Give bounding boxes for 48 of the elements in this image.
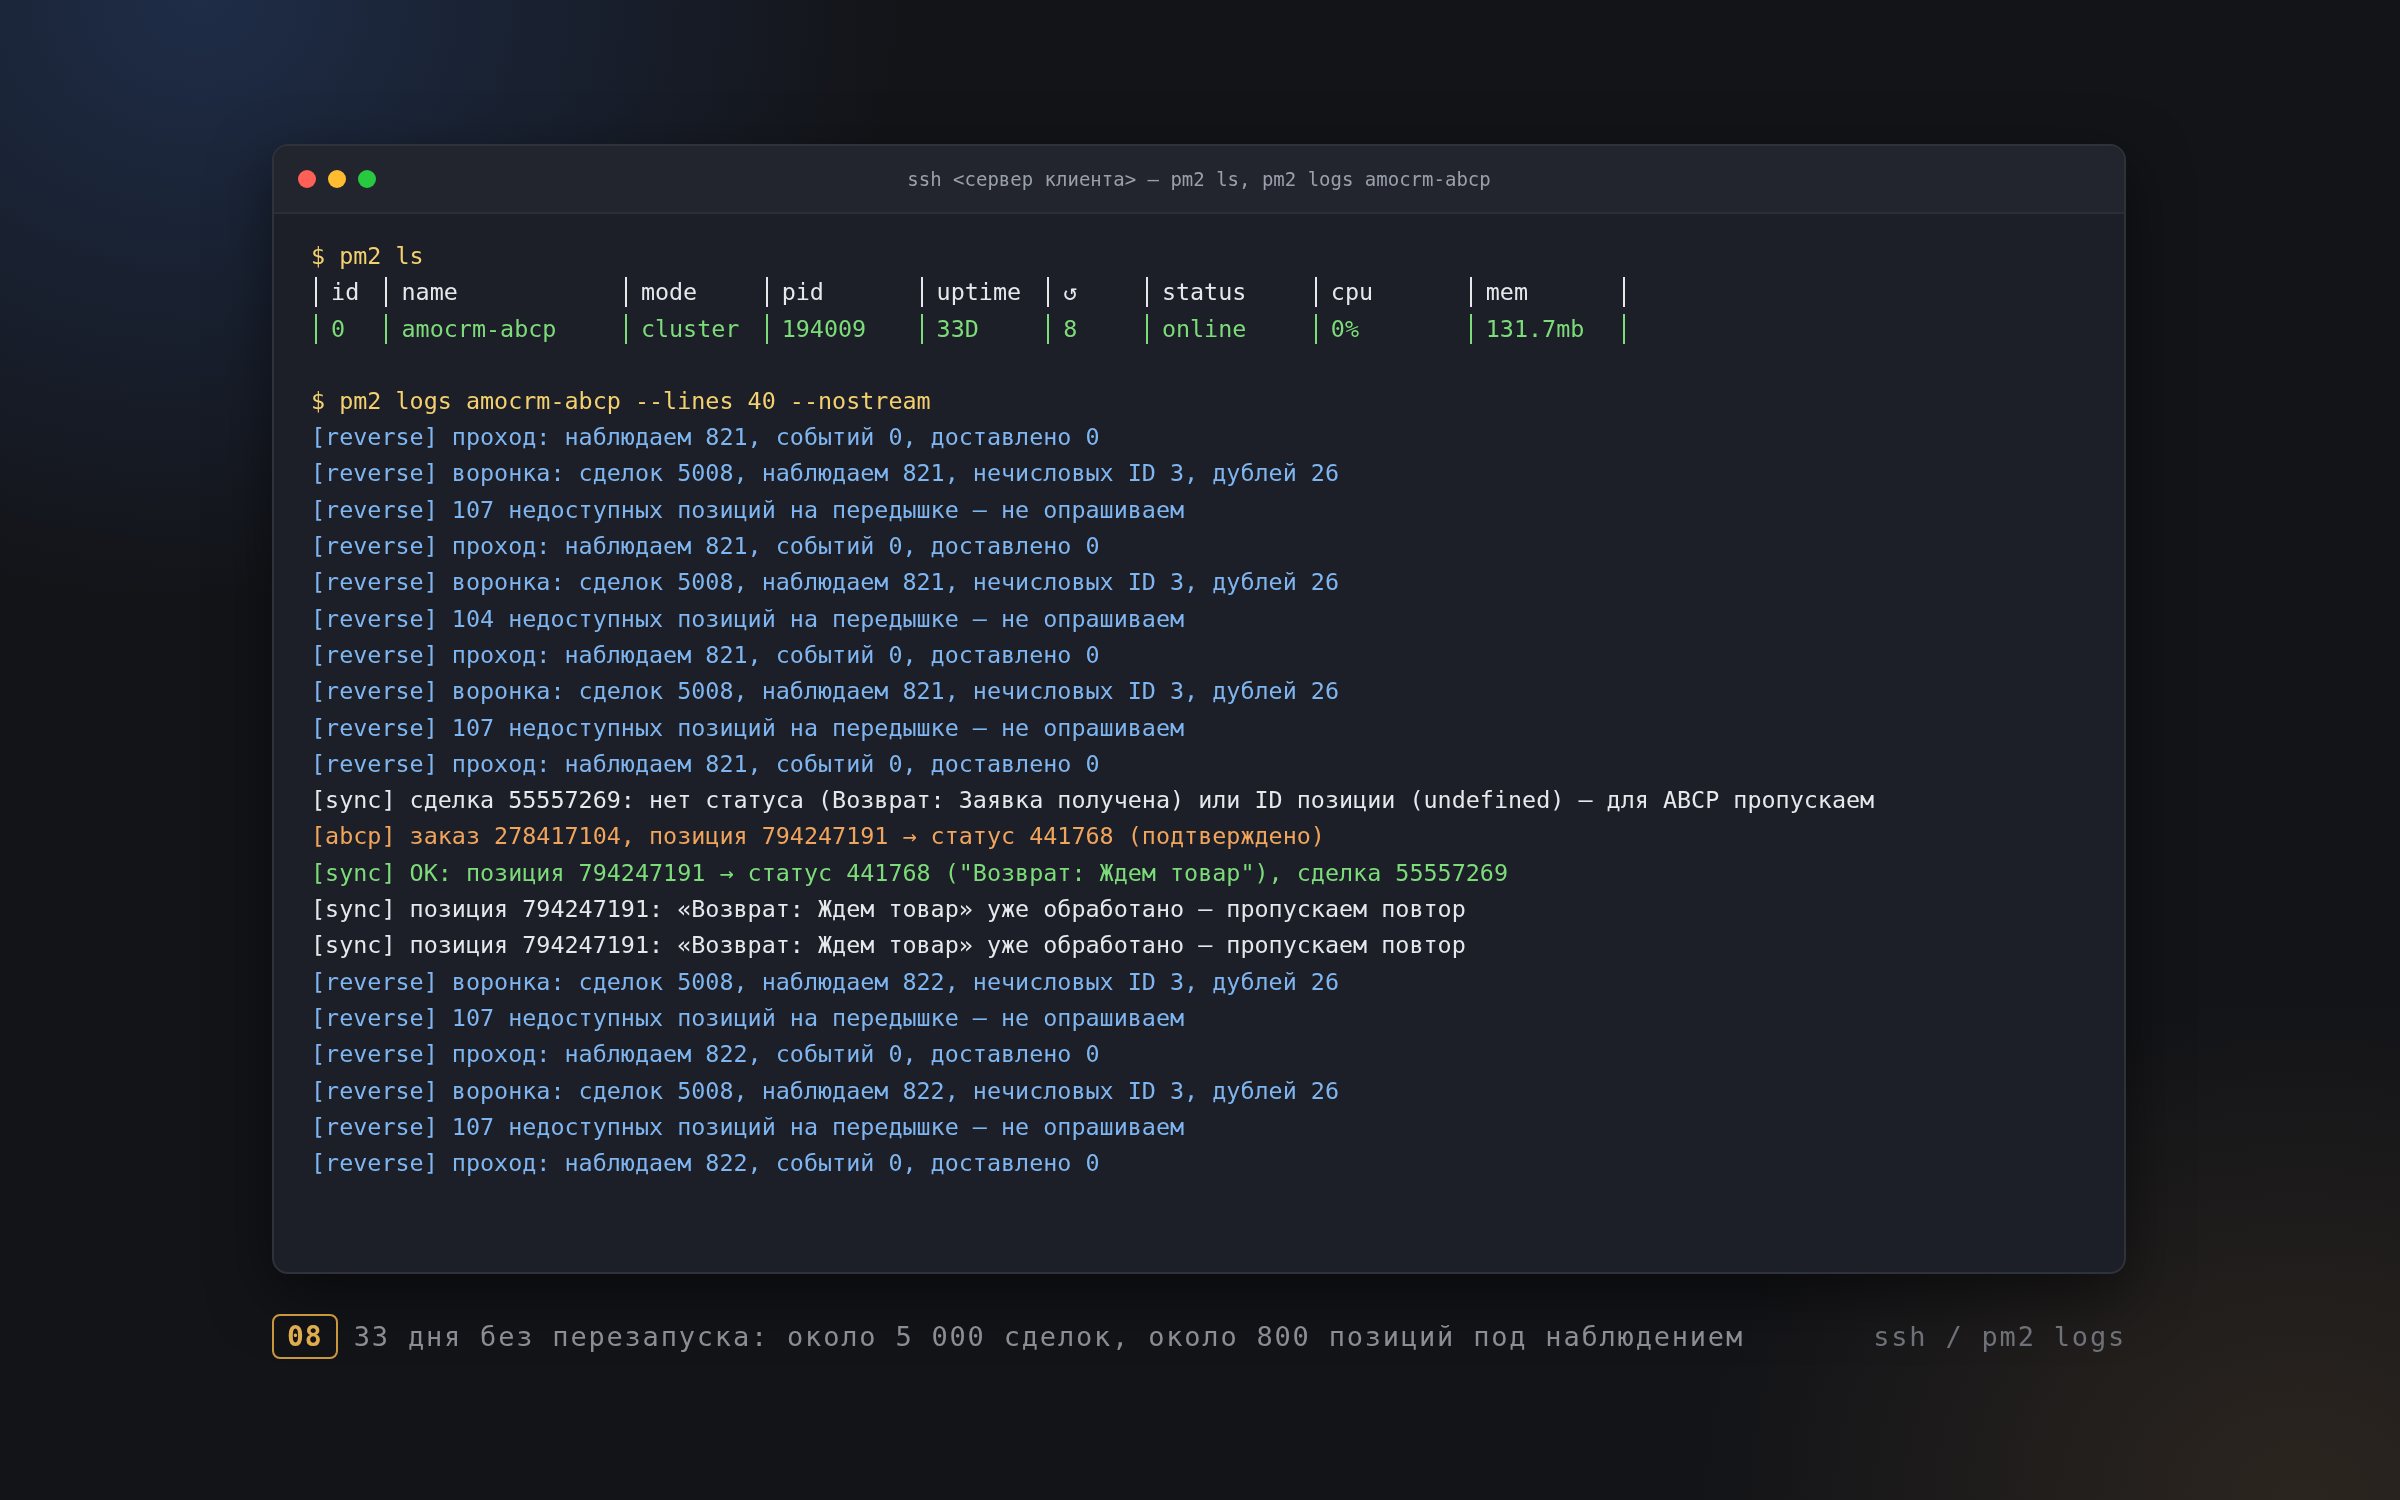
log-line: [reverse] 104 недоступных позиций на передышке — не опрашиваем <box>311 603 1186 635</box>
log-line: [reverse] проход: наблюдаем 821, событий 0, доставлено 0 <box>311 531 1101 563</box>
table-cell: 0 <box>315 313 386 344</box>
log-line: [reverse] проход: наблюдаем 822, событий 0, доставлено 0 <box>311 1039 1101 1071</box>
log-line: [sync] сделка 55557269: нет статуса (Возврат: Заявка получена) или ID позиции (undefined) — для ABCP пропускаем <box>311 785 1876 817</box>
log-line: [reverse] проход: наблюдаем 821, событий 0, доставлено 0 <box>311 422 1101 454</box>
table-header-cell: uptime <box>920 277 1048 308</box>
log-line: [reverse] воронка: сделок 5008, наблюдаем 821, нечисловых ID 3, дублей 26 <box>311 458 1340 490</box>
log-line: [reverse] 107 недоступных позиций на передышке — не опрашиваем <box>311 712 1186 744</box>
table-header-cell: name <box>385 277 625 308</box>
table-cell: 8 <box>1047 313 1146 344</box>
log-line: [reverse] 107 недоступных позиций на передышке — не опрашиваем <box>311 494 1186 526</box>
minimize-button[interactable] <box>328 170 346 188</box>
table-header-cell: id <box>315 277 386 308</box>
table-cell: amocrm-abcp <box>385 313 625 344</box>
log-line: [abcp] заказ 278417104, позиция 794247191 → статус 441768 (подтверждено) <box>311 821 1326 853</box>
table-header-cell: mem <box>1469 277 1625 308</box>
log-line: [reverse] проход: наблюдаем 821, событий 0, доставлено 0 <box>311 639 1101 671</box>
table-header-cell: ↺ <box>1047 277 1146 308</box>
table-header-cell: mode <box>624 277 766 308</box>
table-cell: 131.7mb <box>1469 313 1625 344</box>
log-line: [reverse] проход: наблюдаем 821, событий 0, доставлено 0 <box>311 748 1101 780</box>
log-line: [reverse] воронка: сделок 5008, наблюдаем 822, нечисловых ID 3, дублей 26 <box>311 966 1340 998</box>
source-label: ssh / pm2 logs <box>1873 1321 2126 1352</box>
table-cell: 194009 <box>765 313 921 344</box>
table-cell: cluster <box>624 313 766 344</box>
table-cell: online <box>1145 313 1315 344</box>
log-line: [sync] позиция 794247191: «Возврат: Ждем товар» уже обработано — пропускаем повтор <box>311 930 1467 962</box>
slide-number: 08 <box>272 1314 338 1359</box>
table-cell: 33D <box>920 313 1048 344</box>
table-header-cell: pid <box>765 277 921 308</box>
log-line: [sync] OK: позиция 794247191 → статус 441768 ("Возврат: Ждем товар"), сделка 55557269 <box>311 857 1509 889</box>
table-header-cell: cpu <box>1314 277 1470 308</box>
log-line: [reverse] воронка: сделок 5008, наблюдаем 821, нечисловых ID 3, дублей 26 <box>311 676 1340 708</box>
table-cell: 0% <box>1314 313 1470 344</box>
log-line: [reverse] воронка: сделок 5008, наблюдаем 821, нечисловых ID 3, дублей 26 <box>311 567 1340 599</box>
log-line: [sync] позиция 794247191: «Возврат: Ждем товар» уже обработано — пропускаем повтор <box>311 894 1467 926</box>
window-title: ssh <сервер клиента> — pm2 ls, pm2 logs amocrm-abcp <box>907 168 1491 190</box>
log-line: [reverse] 107 недоступных позиций на передышке — не опрашиваем <box>311 1002 1186 1034</box>
maximize-button[interactable] <box>358 170 376 188</box>
log-line: [reverse] воронка: сделок 5008, наблюдаем 822, нечисловых ID 3, дублей 26 <box>311 1075 1340 1107</box>
log-line: [reverse] проход: наблюдаем 822, событий 0, доставлено 0 <box>311 1148 1101 1180</box>
caption-text: 33 дня без перезапуска: около 5 000 сделок, около 800 позиций под наблюдением <box>353 1321 1744 1352</box>
command-line: $ pm2 logs amocrm-abcp --lines 40 --nostream <box>311 385 932 417</box>
command-line: $ pm2 ls <box>311 241 425 272</box>
log-line: [reverse] 107 недоступных позиций на передышке — не опрашиваем <box>311 1111 1186 1143</box>
table-header-cell: status <box>1145 277 1315 308</box>
close-button[interactable] <box>298 170 316 188</box>
